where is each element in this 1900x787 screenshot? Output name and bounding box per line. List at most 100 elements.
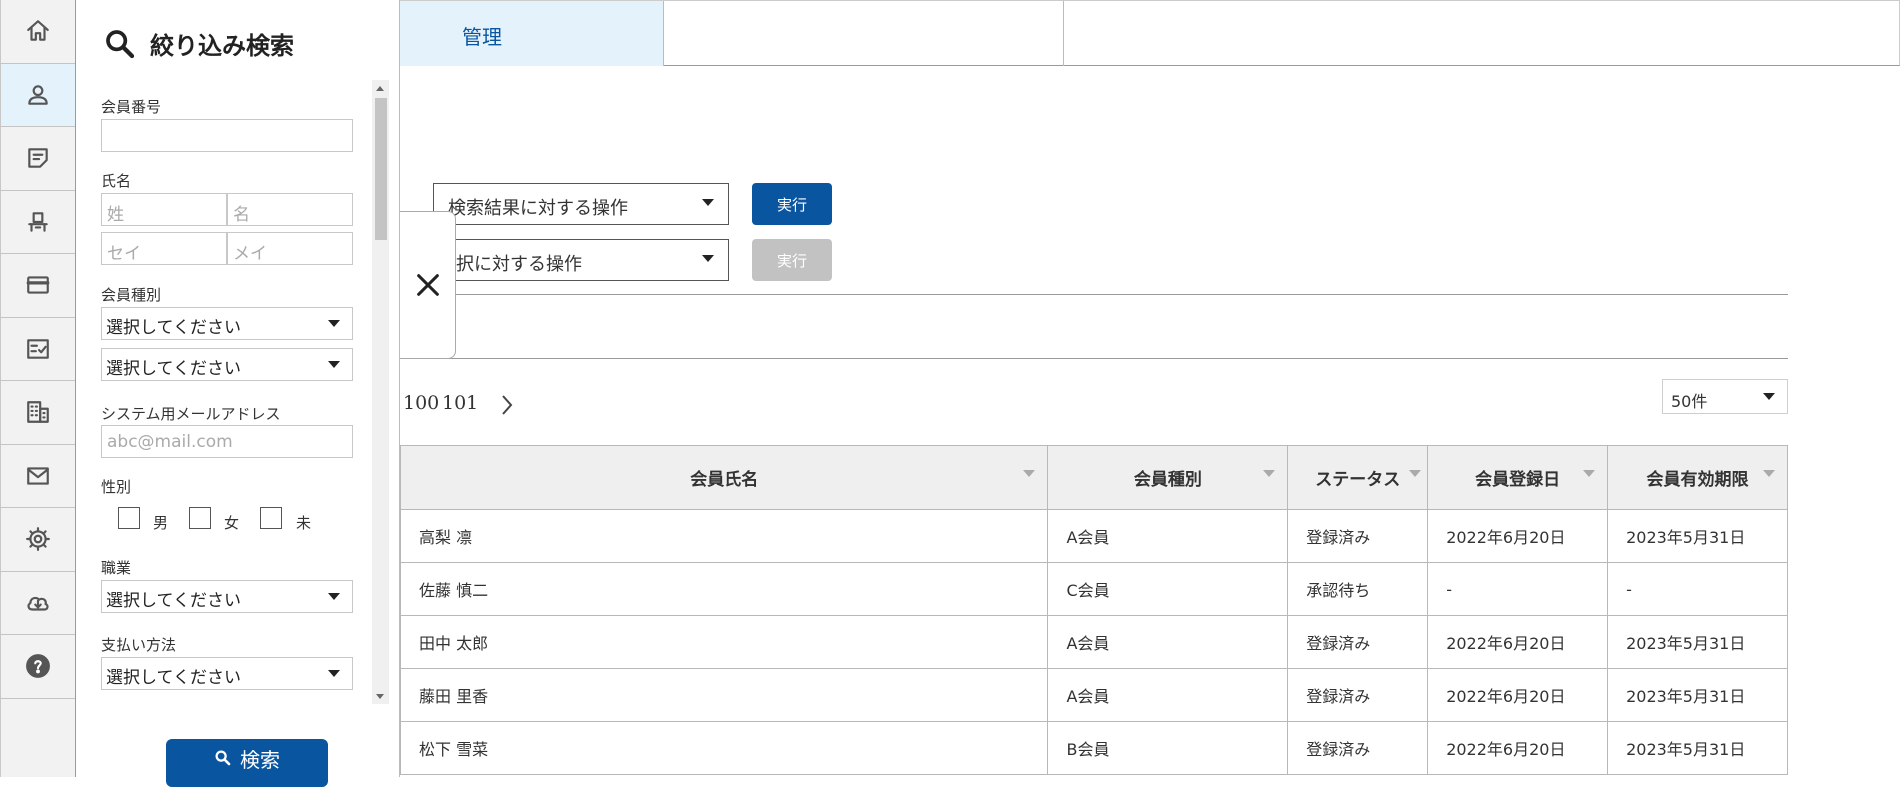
col-header-expiry[interactable]: 会員有効期限	[1607, 445, 1788, 510]
cell-expiry: 2023年5月31日	[1607, 721, 1788, 775]
search-icon	[215, 750, 231, 766]
select-value: 選択してください	[106, 359, 241, 379]
col-header-name[interactable]: 会員氏名	[399, 445, 1049, 510]
search-button[interactable]: 検索	[166, 739, 328, 787]
search-button-label: 検索	[240, 747, 280, 772]
sort-icon	[1263, 470, 1276, 477]
cell-expiry: 2023年5月31日	[1607, 509, 1788, 563]
cell-registered: 2022年6月20日	[1427, 668, 1609, 722]
header-label: 会員種別	[1133, 470, 1202, 490]
gender-male-checkbox[interactable]	[118, 507, 140, 529]
member-number-input[interactable]	[101, 119, 353, 152]
table-row[interactable]: 松下 雪菜 B会員 登録済み 2022年6月20日 2023年5月31日	[399, 721, 1788, 775]
chevron-down-icon	[702, 255, 714, 262]
chevron-down-icon	[328, 320, 340, 327]
selection-operation-select[interactable]: 選択に対する操作	[433, 239, 729, 281]
rail-memo[interactable]	[1, 127, 75, 191]
icon-rail	[0, 0, 76, 777]
tab-divider	[1063, 1, 1064, 66]
first-kana-input[interactable]: メイ	[227, 232, 353, 265]
main-content: 検索結果に対する操作 実行 選択に対する操作 実行 100 101 50件 会員…	[399, 66, 1900, 777]
col-header-registered[interactable]: 会員登録日	[1427, 445, 1609, 510]
divider-line	[400, 294, 1788, 295]
cell-type: A会員	[1047, 615, 1289, 669]
select-value: 選択してください	[106, 668, 241, 688]
member-type-select-2[interactable]: 選択してください	[101, 348, 353, 381]
gender-unknown-label: 未	[296, 514, 312, 532]
tab-management-label: 管理	[462, 25, 502, 49]
panel-title-text: 絞り込み検索	[150, 32, 294, 60]
occupation-select[interactable]: 選択してください	[101, 580, 353, 613]
email-input[interactable]: abc@mail.com	[101, 425, 353, 458]
table-row[interactable]: 佐藤 慎二 C会員 承認待ち - -	[399, 562, 1788, 616]
page-link-100[interactable]: 100	[403, 392, 439, 414]
placeholder: メイ	[233, 244, 267, 264]
col-header-type[interactable]: 会員種別	[1047, 445, 1289, 510]
chevron-down-icon	[328, 593, 340, 600]
cell-expiry: -	[1607, 562, 1788, 616]
rail-help[interactable]	[1, 635, 75, 699]
help-icon	[26, 654, 50, 679]
select-value: 選択してください	[106, 591, 241, 611]
email-label: システム用メールアドレス	[101, 405, 281, 423]
first-name-input[interactable]: 名	[227, 193, 353, 226]
execute-selection-label: 実行	[776, 251, 807, 270]
table-row[interactable]: 田中 太郎 A会員 登録済み 2022年6月20日 2023年5月31日	[399, 615, 1788, 669]
rail-seat[interactable]	[1, 191, 75, 254]
per-page-value: 50件	[1671, 392, 1708, 411]
member-type-select-1[interactable]: 選択してください	[101, 307, 353, 340]
scrollbar-thumb[interactable]	[375, 98, 387, 240]
col-header-status[interactable]: ステータス	[1287, 445, 1429, 510]
placeholder: 姓	[107, 205, 124, 225]
gender-label: 性別	[101, 478, 132, 496]
rail-download[interactable]	[1, 572, 75, 635]
execute-results-button[interactable]: 実行	[752, 183, 832, 225]
scroll-down-icon[interactable]	[376, 694, 384, 699]
gender-unknown-checkbox[interactable]	[260, 507, 282, 529]
gender-female-checkbox[interactable]	[189, 507, 211, 529]
execute-selection-button[interactable]: 実行	[752, 239, 832, 281]
page-link-101[interactable]: 101	[442, 392, 478, 414]
last-name-input[interactable]: 姓	[101, 193, 227, 226]
rail-mail[interactable]	[1, 445, 75, 508]
rail-facility[interactable]	[1, 381, 75, 445]
results-operation-select[interactable]: 検索結果に対する操作	[433, 183, 729, 225]
cell-status: 登録済み	[1287, 615, 1429, 669]
sort-icon	[1023, 470, 1036, 477]
rail-payment[interactable]	[1, 254, 75, 318]
cell-name: 田中 太郎	[399, 615, 1049, 669]
tab-management[interactable]: 管理	[400, 1, 664, 66]
last-kana-input[interactable]: セイ	[101, 232, 227, 265]
chevron-down-icon	[702, 199, 714, 206]
rail-settings[interactable]	[1, 508, 75, 572]
panel-title: 絞り込み検索	[104, 26, 294, 61]
credit-card-icon	[26, 276, 50, 294]
payment-select[interactable]: 選択してください	[101, 657, 353, 690]
occupation-label: 職業	[101, 559, 132, 577]
cell-name: 高梨 凛	[399, 509, 1049, 563]
per-page-select[interactable]: 50件	[1662, 379, 1788, 414]
gender-female-label: 女	[224, 514, 240, 532]
chevron-right-icon[interactable]	[500, 393, 514, 417]
rail-tasks[interactable]	[1, 318, 75, 381]
cell-expiry: 2023年5月31日	[1607, 668, 1788, 722]
cell-type: A会員	[1047, 668, 1289, 722]
sort-icon	[1763, 470, 1775, 477]
chevron-down-icon	[1763, 393, 1775, 400]
user-icon	[28, 85, 48, 105]
sort-icon	[1409, 470, 1422, 477]
results-operation-value: 検索結果に対する操作	[448, 198, 628, 219]
select-value: 選択してください	[106, 318, 241, 338]
scroll-up-icon[interactable]	[376, 86, 384, 91]
placeholder: abc@mail.com	[107, 432, 233, 452]
cell-status: 登録済み	[1287, 509, 1429, 563]
close-panel-button[interactable]	[400, 211, 456, 359]
table-row[interactable]: 藤田 里香 A会員 登録済み 2022年6月20日 2023年5月31日	[399, 668, 1788, 722]
rail-home[interactable]	[1, 0, 75, 64]
table-row[interactable]: 高梨 凛 A会員 登録済み 2022年6月20日 2023年5月31日	[399, 509, 1788, 563]
gender-male-label: 男	[153, 514, 169, 532]
cell-name: 藤田 里香	[399, 668, 1049, 722]
placeholder: セイ	[107, 244, 141, 264]
chevron-down-icon	[328, 361, 340, 368]
rail-members[interactable]	[1, 63, 75, 127]
